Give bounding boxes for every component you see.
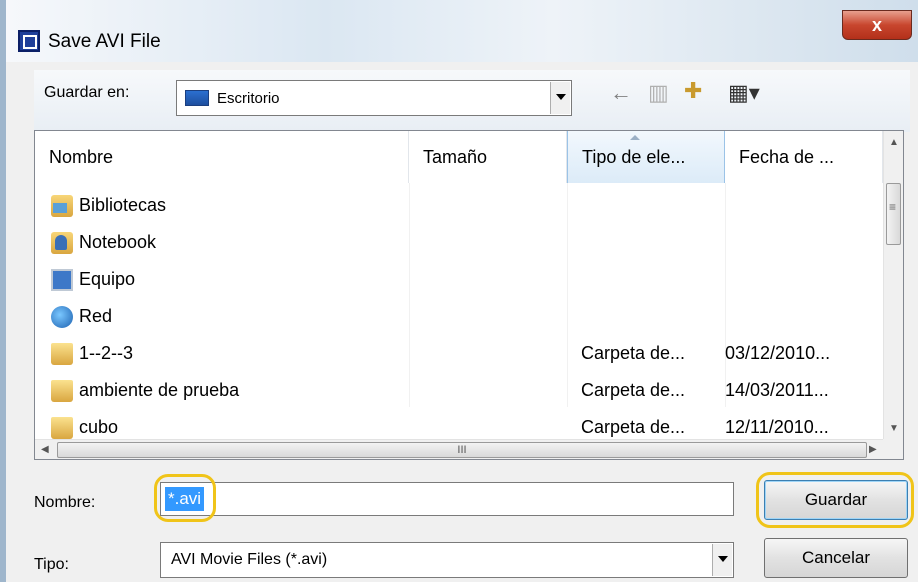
- lookin-value: Escritorio: [217, 90, 280, 107]
- item-name: Bibliotecas: [79, 195, 167, 215]
- back-arrow-icon[interactable]: ←: [610, 80, 632, 106]
- dialog-body: Guardar en: Escritorio ← ▥ ✚ ▦▾ Nombre T…: [6, 62, 918, 582]
- filename-label: Nombre:: [34, 494, 96, 511]
- list-item[interactable]: 1--2--3 Carpeta de... 03/12/2010...: [35, 335, 885, 372]
- chevron-down-icon[interactable]: [712, 544, 732, 576]
- horizontal-scrollbar[interactable]: ◀ III ▶: [35, 439, 883, 459]
- computer-icon: [51, 269, 73, 291]
- scrollbar-corner: [883, 439, 903, 459]
- item-date: 14/03/2011...: [725, 380, 829, 400]
- item-type: Carpeta de...: [581, 380, 686, 400]
- list-item[interactable]: Bibliotecas: [35, 187, 885, 224]
- item-date: 12/11/2010...: [725, 417, 829, 437]
- vertical-scroll-thumb[interactable]: [886, 183, 901, 245]
- lookin-bar: Guardar en: Escritorio ← ▥ ✚ ▦▾: [34, 70, 910, 132]
- column-header-type[interactable]: Tipo de ele...: [567, 131, 725, 183]
- title-bar: Save AVI File x: [6, 0, 918, 62]
- item-name: ambiente de prueba: [79, 380, 240, 400]
- scroll-right-icon[interactable]: ▶: [869, 444, 877, 455]
- network-icon: [51, 306, 73, 328]
- list-item[interactable]: Equipo: [35, 261, 885, 298]
- lookin-label: Guardar en:: [44, 84, 130, 101]
- item-name: Red: [79, 306, 113, 326]
- lookin-dropdown[interactable]: Escritorio: [176, 80, 572, 116]
- cancel-button[interactable]: Cancelar: [764, 538, 908, 578]
- window-title: Save AVI File: [48, 31, 161, 52]
- item-type: Carpeta de...: [581, 417, 686, 437]
- new-folder-icon[interactable]: ✚: [684, 78, 702, 104]
- filetype-label: Tipo:: [34, 556, 69, 573]
- scroll-left-icon[interactable]: ◀: [41, 444, 49, 455]
- list-item[interactable]: Red: [35, 298, 885, 335]
- view-menu-icon[interactable]: ▦▾: [728, 80, 760, 106]
- column-header-date[interactable]: Fecha de ...: [725, 131, 883, 183]
- item-name: Notebook: [79, 232, 157, 252]
- item-name: cubo: [79, 417, 119, 437]
- folder-icon: [51, 417, 73, 439]
- folder-icon: [51, 343, 73, 365]
- user-folder-icon: [51, 232, 73, 254]
- chevron-down-icon[interactable]: [550, 82, 570, 114]
- vertical-scrollbar[interactable]: ▲ ▼: [883, 131, 903, 439]
- folder-icon: [51, 380, 73, 402]
- horizontal-scroll-thumb[interactable]: III: [57, 442, 867, 458]
- list-item[interactable]: ambiente de prueba Carpeta de... 14/03/2…: [35, 372, 885, 409]
- item-date: 03/12/2010...: [725, 343, 831, 363]
- filename-value: *.avi: [165, 487, 205, 511]
- filename-input[interactable]: *.avi: [160, 482, 734, 516]
- close-button[interactable]: x: [842, 10, 912, 40]
- libraries-icon: [51, 195, 73, 217]
- item-name: 1--2--3: [79, 343, 134, 363]
- file-list[interactable]: Nombre Tamaño Tipo de ele... Fecha de ..…: [34, 130, 904, 460]
- save-dialog: Save AVI File x Guardar en: Escritorio ←…: [0, 0, 918, 582]
- save-button[interactable]: Guardar: [764, 480, 908, 520]
- up-folder-icon[interactable]: ▥: [648, 80, 669, 106]
- filetype-value: AVI Movie Files (*.avi): [171, 551, 328, 568]
- app-icon: [18, 30, 40, 52]
- column-header-size[interactable]: Tamaño: [409, 131, 567, 183]
- scroll-down-icon[interactable]: ▼: [889, 423, 899, 434]
- list-item[interactable]: Notebook: [35, 224, 885, 261]
- column-header-type-label: Tipo de ele...: [582, 147, 686, 167]
- column-header-name[interactable]: Nombre: [35, 131, 409, 183]
- item-name: Equipo: [79, 269, 136, 289]
- sort-ascending-icon: [630, 135, 640, 140]
- desktop-icon: [185, 90, 209, 106]
- filetype-dropdown[interactable]: AVI Movie Files (*.avi): [160, 542, 734, 578]
- item-type: Carpeta de...: [581, 343, 686, 363]
- scroll-up-icon[interactable]: ▲: [889, 137, 899, 148]
